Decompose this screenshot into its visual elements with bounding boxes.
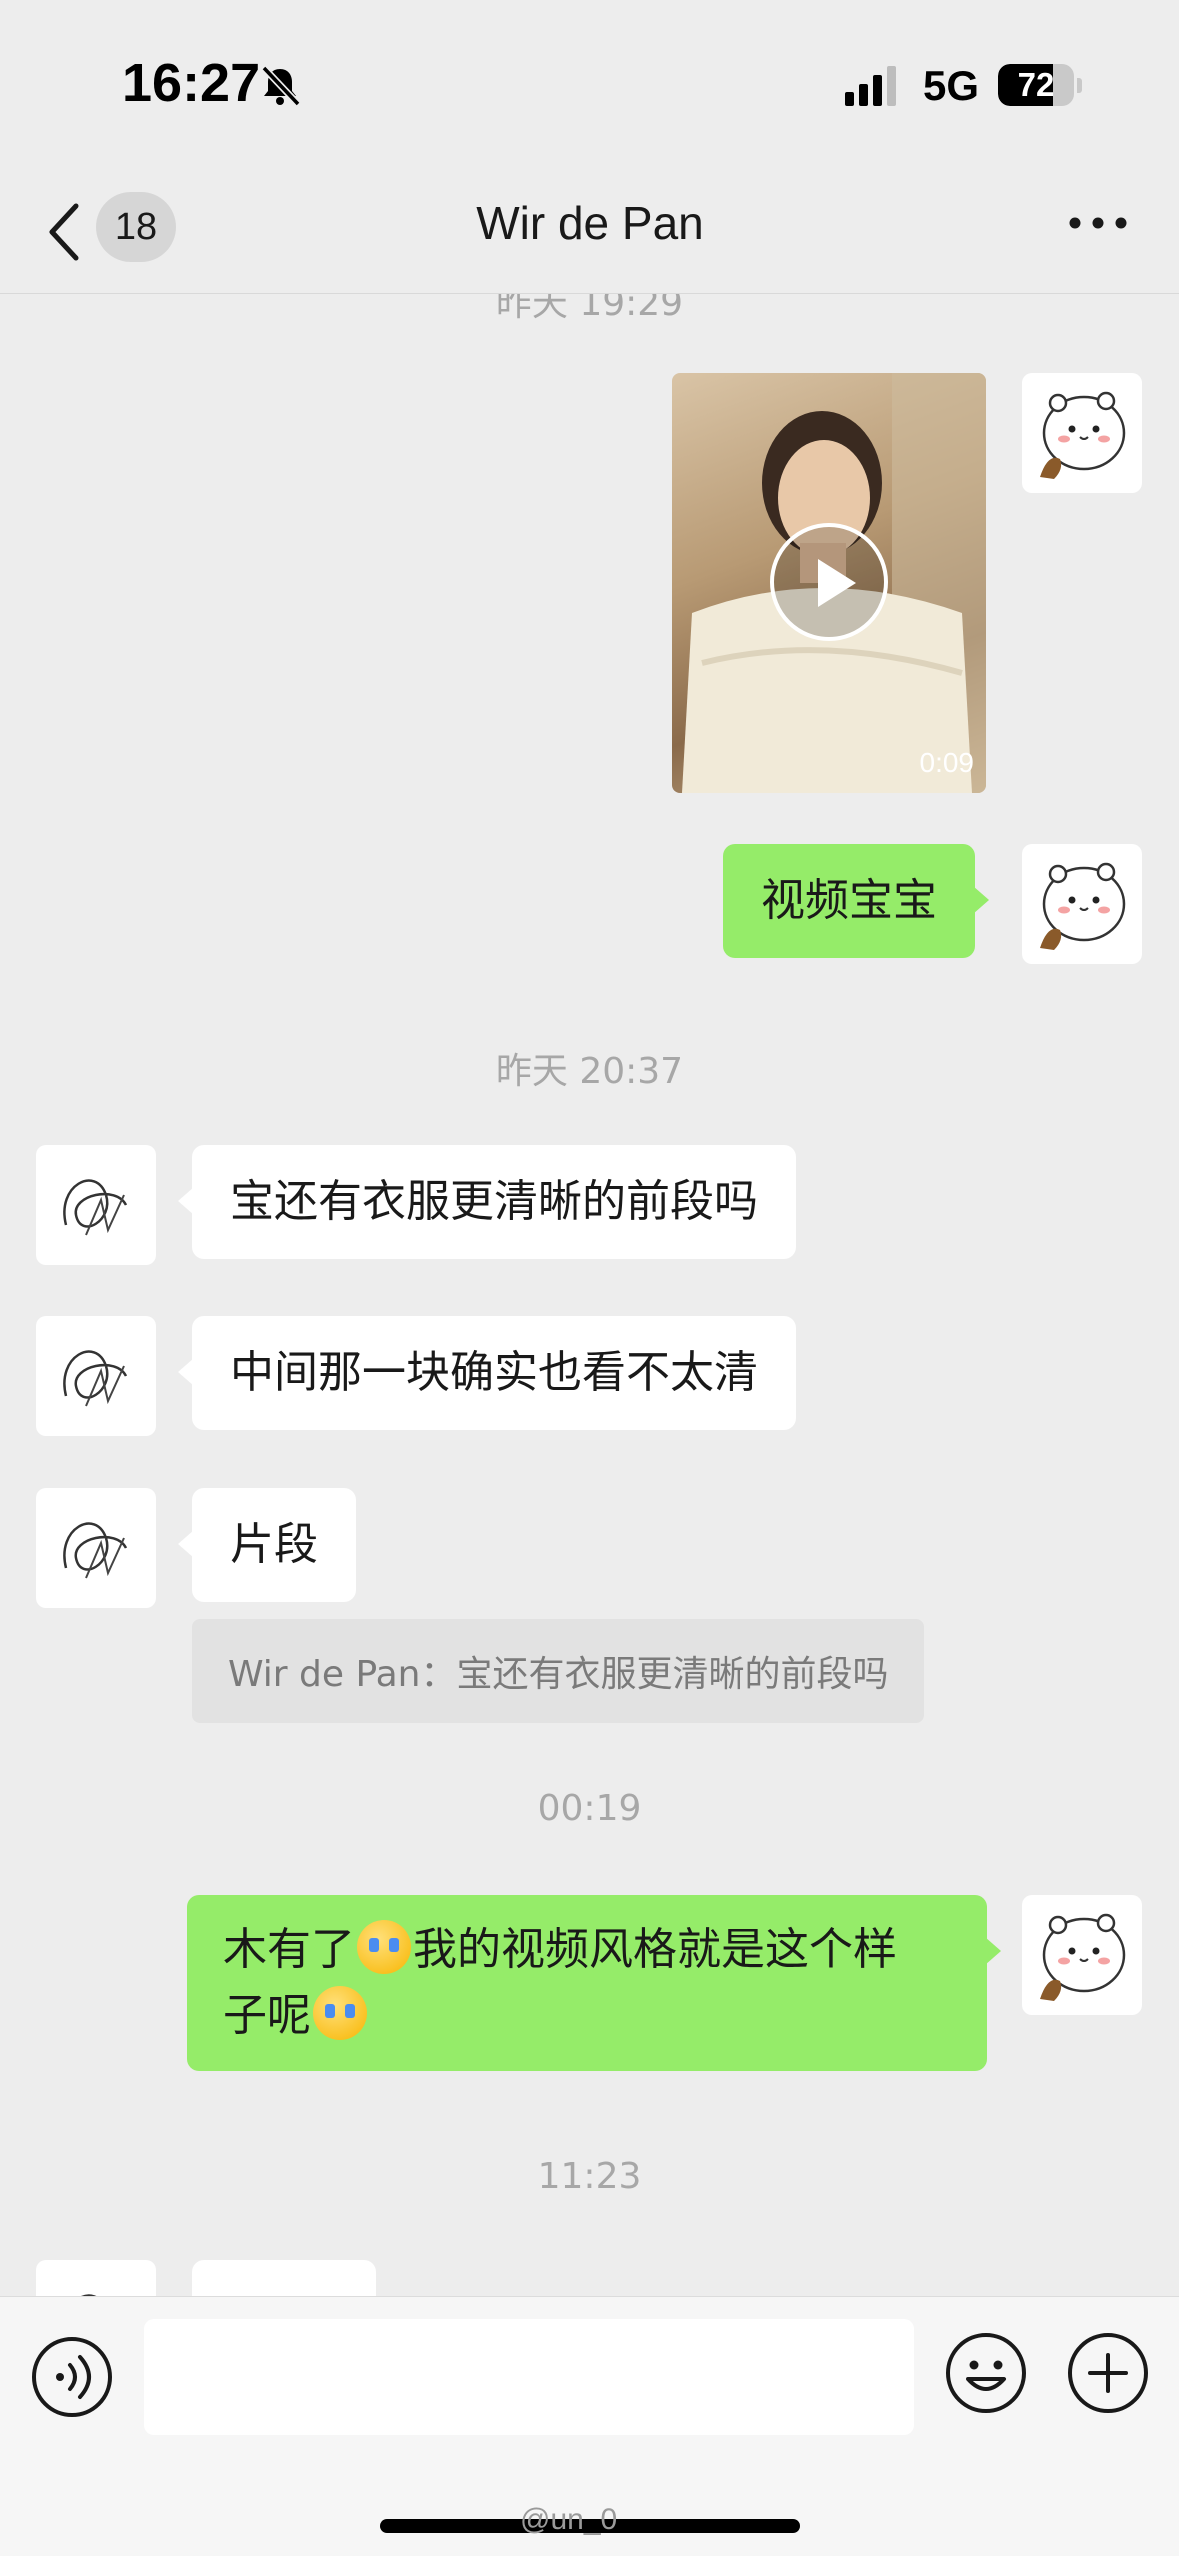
timestamp: 昨天 20:37 — [495, 1051, 684, 1092]
status-bar: 16:27 5G 72 — [0, 0, 1179, 170]
battery-percent: 72 — [1017, 66, 1055, 103]
incoming-message[interactable]: 中间那一块确实也看不太清 — [178, 1316, 796, 1430]
contact-avatar[interactable] — [36, 1488, 156, 1608]
contact-avatar[interactable] — [36, 2260, 156, 2296]
smiley-icon[interactable] — [944, 2331, 1028, 2415]
hamster-avatar-icon — [1040, 862, 1126, 950]
outgoing-message[interactable]: 木有了 我的视频风格就是这个样 子呢 — [187, 1895, 1001, 2071]
voice-icon[interactable] — [30, 2335, 114, 2419]
chat-header: 18 Wir de Pan — [0, 170, 1179, 294]
network-type: 5G — [923, 62, 980, 109]
message-text: 木有了 — [223, 1924, 355, 1975]
battery-indicator: 72 — [998, 64, 1074, 106]
my-avatar[interactable] — [1022, 373, 1142, 493]
outgoing-message[interactable]: 视频宝宝 — [723, 844, 989, 958]
incoming-message[interactable] — [192, 2260, 376, 2296]
message-text: 我的视频风格就是这个样 — [413, 1924, 897, 1975]
crying-face-emoji — [357, 1920, 411, 1974]
more-dots-icon[interactable] — [1068, 216, 1128, 230]
hamster-avatar-icon — [1040, 391, 1126, 479]
message-input[interactable] — [144, 2319, 914, 2435]
battery-tip — [1077, 78, 1082, 93]
signature-avatar-icon — [63, 1350, 128, 1407]
chat-title: Wir de Pan — [476, 197, 704, 249]
signature-avatar-icon — [81, 2294, 96, 2296]
unread-count-badge[interactable]: 18 — [96, 192, 176, 262]
signature-avatar-icon — [63, 1179, 128, 1236]
message-text: 子呢 — [223, 1990, 311, 2041]
video-message[interactable]: 0:09 — [672, 373, 986, 793]
timestamp: 昨天 19:29 — [495, 294, 684, 324]
quoted-reply[interactable]: Wir de Pan：宝还有衣服更清晰的前段吗 — [192, 1619, 925, 1723]
plus-circle-icon[interactable] — [1066, 2331, 1150, 2415]
message-list[interactable]: 昨天 19:29 0:09 视频宝宝 昨天 20:37 宝还有衣服更清晰的前段吗… — [0, 294, 1179, 2296]
watermark: @un_0 — [520, 2503, 618, 2536]
timestamp: 00:19 — [537, 1788, 642, 1829]
chevron-left-icon[interactable] — [44, 200, 84, 264]
play-icon[interactable] — [770, 523, 888, 641]
input-bar: @un_0 — [0, 2296, 1179, 2556]
timestamp: 11:23 — [537, 2156, 642, 2197]
clock: 16:27 — [122, 53, 261, 113]
incoming-message[interactable]: 片段 — [178, 1488, 356, 1602]
incoming-message[interactable]: 宝还有衣服更清晰的前段吗 — [178, 1145, 796, 1259]
signature-avatar-icon — [63, 1522, 128, 1579]
my-avatar[interactable] — [1022, 844, 1142, 964]
crying-face-emoji — [313, 1986, 367, 2040]
signal-bars-icon — [845, 66, 896, 106]
video-duration: 0:09 — [919, 747, 975, 778]
my-avatar[interactable] — [1022, 1895, 1142, 2015]
contact-avatar[interactable] — [36, 1145, 156, 1265]
contact-avatar[interactable] — [36, 1316, 156, 1436]
bell-slash-icon — [261, 65, 301, 107]
hamster-avatar-icon — [1040, 1913, 1126, 2001]
